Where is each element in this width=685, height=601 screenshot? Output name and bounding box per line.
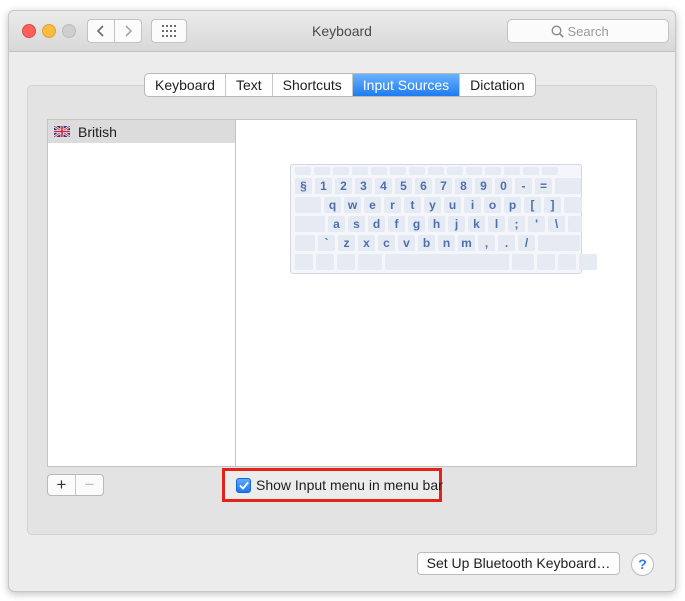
key: t [404,197,421,213]
key: = [535,178,552,194]
keyboard-layout-image: § 1 2 3 4 5 6 7 8 9 0 - = q w e r t y u … [290,164,597,274]
key: d [368,216,385,232]
add-remove-control: + − [47,474,104,496]
keyboard-bottom-row [295,254,600,270]
key: z [338,235,355,251]
keyboard-preview: § 1 2 3 4 5 6 7 8 9 0 - = q w e r t y u … [235,119,637,467]
key: 0 [495,178,512,194]
key: 4 [375,178,392,194]
show-input-menu-checkbox-row[interactable]: Show Input menu in menu bar [236,477,443,493]
keyboard-row-2: q w e r t y u i o p [ ] [295,197,585,213]
key: 9 [475,178,492,194]
key: i [464,197,481,213]
tab-dictation[interactable]: Dictation [460,74,534,96]
key: l [488,216,505,232]
key: h [428,216,445,232]
search-icon [550,24,564,38]
key: m [458,235,475,251]
keyboard-function-row [295,167,561,175]
key: u [444,197,461,213]
key: k [468,216,485,232]
tab-input-sources[interactable]: Input Sources [352,74,461,96]
key: [ [524,197,541,213]
help-button[interactable]: ? [631,553,654,576]
list-item-british[interactable]: British [48,120,236,143]
key: ` [318,235,335,251]
key: o [484,197,501,213]
preferences-window: Keyboard Keyboard Text Shortcuts Input S… [8,10,676,592]
tab-text[interactable]: Text [226,74,273,96]
input-source-list[interactable]: British [47,119,236,467]
key: v [398,235,415,251]
key: c [378,235,395,251]
key: / [518,235,535,251]
key: 1 [315,178,332,194]
add-source-button[interactable]: + [48,475,76,495]
tab-bar: Keyboard Text Shortcuts Input Sources Di… [144,73,536,97]
key: f [388,216,405,232]
checkmark-icon [238,481,249,490]
key: n [438,235,455,251]
key: 7 [435,178,452,194]
tab-keyboard[interactable]: Keyboard [145,74,226,96]
key: \ [548,216,565,232]
key: r [384,197,401,213]
title-bar: Keyboard [9,11,675,52]
key: a [328,216,345,232]
key: s [348,216,365,232]
key: p [504,197,521,213]
key: § [295,178,312,194]
search-input[interactable] [567,23,626,39]
key: b [418,235,435,251]
remove-source-button[interactable]: − [76,475,103,495]
list-item-label: British [78,123,117,140]
key: j [448,216,465,232]
key: ; [508,216,525,232]
key: , [478,235,495,251]
search-field[interactable] [507,19,669,43]
key: e [364,197,381,213]
show-input-menu-checkbox[interactable] [236,477,251,493]
key: 5 [395,178,412,194]
key: q [324,197,341,213]
key: 6 [415,178,432,194]
keyboard-row-3: a s d f g h j k l ; ' \ [295,216,585,232]
key: ' [528,216,545,232]
key: 3 [355,178,372,194]
keyboard-row-4: ` z x c v b n m , . / [295,235,583,251]
key: 2 [335,178,352,194]
checkbox-label: Show Input menu in menu bar [256,477,443,493]
key: w [344,197,361,213]
key: ] [544,197,561,213]
key: x [358,235,375,251]
key: 8 [455,178,472,194]
tab-shortcuts[interactable]: Shortcuts [273,74,353,96]
keyboard-row-1: § 1 2 3 4 5 6 7 8 9 0 - = [295,178,584,194]
key: g [408,216,425,232]
setup-bluetooth-keyboard-button[interactable]: Set Up Bluetooth Keyboard… [417,552,620,575]
key: . [498,235,515,251]
key: - [515,178,532,194]
uk-flag-icon [54,126,70,137]
key: y [424,197,441,213]
